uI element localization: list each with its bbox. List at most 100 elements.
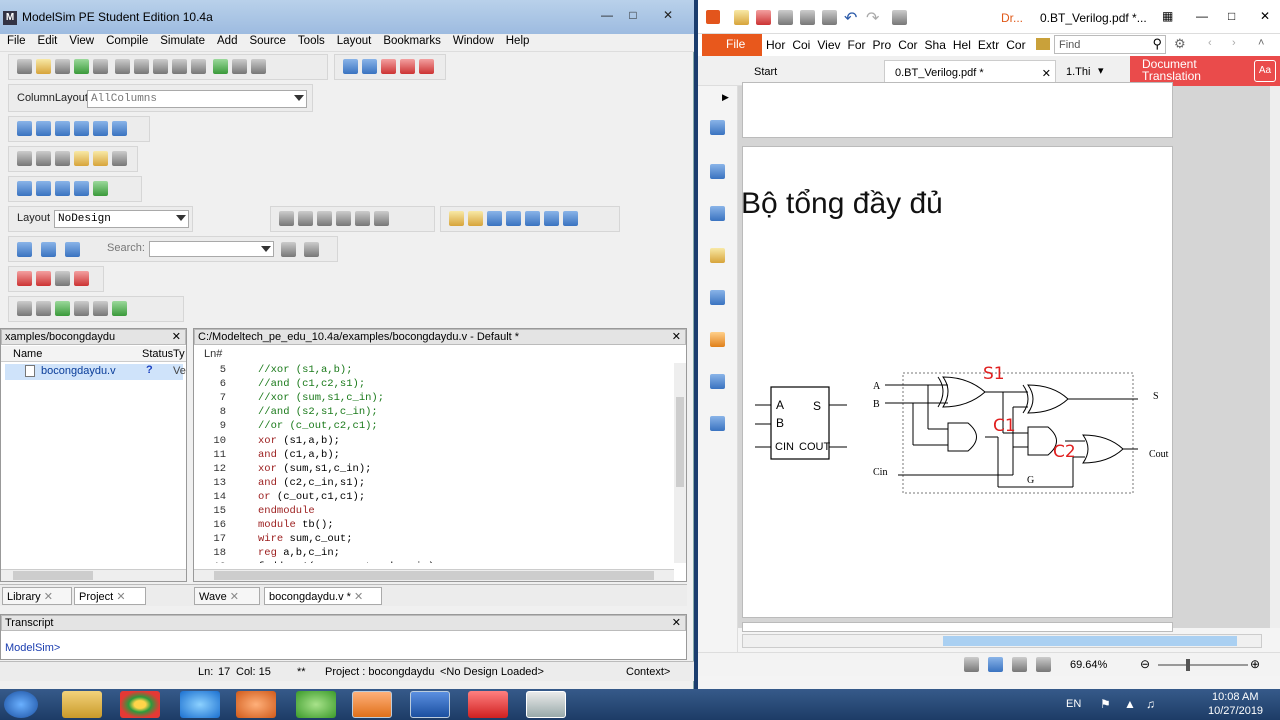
- search-icon[interactable]: ⚲: [1152, 36, 1162, 52]
- edge-prev-icon[interactable]: [487, 211, 502, 226]
- ruler-icon[interactable]: [336, 211, 351, 226]
- maximize-button[interactable]: □: [1228, 9, 1235, 23]
- menu-compile[interactable]: Compile: [99, 34, 153, 47]
- layers-icon[interactable]: [710, 206, 725, 221]
- code-line[interactable]: 11 and (c1,a,b);: [194, 448, 340, 462]
- clock-date[interactable]: 10/27/2019: [1208, 705, 1263, 717]
- bookmark-go-icon[interactable]: [93, 181, 108, 196]
- print-icon[interactable]: [93, 59, 108, 74]
- ribbon-tab[interactable]: Extr: [978, 38, 999, 52]
- menu-add[interactable]: Add: [210, 34, 242, 47]
- layout-select[interactable]: NoDesign: [54, 210, 189, 228]
- word-icon[interactable]: [410, 691, 450, 718]
- modelsim-titlebar[interactable]: M ModelSim PE Student Edition 10.4a — □ …: [0, 0, 694, 34]
- gear-icon[interactable]: ⚙: [1174, 36, 1186, 52]
- pdf-titlebar[interactable]: ↶ ↷ Dr... 0.BT_Verilog.pdf *... ▦ — □ ✕: [698, 0, 1280, 34]
- menu-source[interactable]: Source: [242, 34, 290, 47]
- step-over-icon[interactable]: [36, 121, 51, 136]
- code-line[interactable]: 14 or (c_out,c1,c1);: [194, 490, 365, 504]
- close-button[interactable]: ✕: [1260, 9, 1270, 23]
- column-layout-select[interactable]: AllColumns: [87, 90, 307, 108]
- tab-source-file[interactable]: bocongdaydu.v * ✕: [264, 587, 382, 605]
- run-icon[interactable]: [112, 121, 127, 136]
- clock-time[interactable]: 10:08 AM: [1212, 691, 1258, 703]
- tab-list-icon[interactable]: ▾: [1098, 64, 1104, 77]
- stop-icon[interactable]: [419, 59, 434, 74]
- ribbon-tab[interactable]: Cor: [1006, 38, 1025, 52]
- ribbon-tab[interactable]: Cor: [898, 38, 917, 52]
- lock-cursor-icon[interactable]: [563, 211, 578, 226]
- save-icon[interactable]: [55, 59, 70, 74]
- print-icon[interactable]: [778, 10, 793, 25]
- pane-close-icon[interactable]: ✕: [172, 330, 181, 343]
- zoom-cursor-icon[interactable]: [74, 151, 89, 166]
- open-folder-icon[interactable]: [36, 59, 51, 74]
- undo-icon[interactable]: ↶: [844, 8, 857, 28]
- edge-next-icon[interactable]: [506, 211, 521, 226]
- explorer-icon[interactable]: [62, 691, 102, 718]
- code-line[interactable]: 15 endmodule: [194, 504, 314, 518]
- tab-project[interactable]: Project ✕: [74, 587, 146, 605]
- goto-icon[interactable]: [65, 242, 80, 257]
- code-line[interactable]: 10 xor (s1,a,b);: [194, 434, 340, 448]
- save-icon[interactable]: [756, 10, 771, 25]
- restart-icon[interactable]: [93, 121, 108, 136]
- redo-icon[interactable]: ↷: [866, 8, 879, 28]
- search-input[interactable]: [149, 241, 274, 257]
- ribbon-tab[interactable]: Coi: [792, 38, 810, 52]
- pdf-vscrollbar[interactable]: [1270, 86, 1280, 628]
- continue-icon[interactable]: [74, 121, 89, 136]
- clear-icon[interactable]: [17, 271, 32, 286]
- maximize-button[interactable]: □: [622, 8, 644, 22]
- security-lock-icon[interactable]: [710, 332, 725, 347]
- volume-icon[interactable]: ♫: [1146, 697, 1155, 711]
- user-icon[interactable]: [710, 416, 725, 431]
- find-input[interactable]: Find ⚲: [1054, 35, 1166, 54]
- compile-all-icon[interactable]: [362, 59, 377, 74]
- format-3-icon[interactable]: [55, 301, 70, 316]
- media-player-icon[interactable]: [236, 691, 276, 718]
- cut-icon[interactable]: [115, 59, 131, 74]
- document-canvas[interactable]: Bộ tổng đầy đủ A B S CIN COUT A B Cin S …: [738, 82, 1270, 632]
- menu-layout[interactable]: Layout: [330, 34, 377, 47]
- foxit-pdf-icon[interactable]: [352, 691, 392, 718]
- rising-edge-icon[interactable]: [544, 211, 559, 226]
- pages-icon[interactable]: [710, 164, 725, 179]
- refresh-icon[interactable]: [74, 59, 89, 74]
- bookmark-next-icon[interactable]: [55, 181, 70, 196]
- debug-icon[interactable]: [74, 271, 89, 286]
- camtasia-icon[interactable]: [468, 691, 508, 718]
- hscroll-thumb[interactable]: [943, 636, 1237, 646]
- collapse-ribbon-icon[interactable]: ˄: [1258, 37, 1264, 49]
- code-line[interactable]: 17 wire sum,c_out;: [194, 532, 352, 546]
- compile-icon[interactable]: [343, 59, 358, 74]
- signature-icon[interactable]: [710, 374, 725, 389]
- bookmark-add-icon[interactable]: [17, 181, 32, 196]
- language-indicator[interactable]: EN: [1066, 698, 1081, 710]
- bookmark-prev-icon[interactable]: [36, 181, 51, 196]
- next-icon[interactable]: ›: [1232, 37, 1236, 49]
- expand-panel-icon[interactable]: ▶: [722, 92, 729, 103]
- library-scrollbar[interactable]: [1, 569, 186, 581]
- column-status[interactable]: Status: [142, 348, 173, 360]
- hand-tool-icon[interactable]: [892, 10, 907, 25]
- column-type[interactable]: Ty: [173, 348, 185, 360]
- menu-edit[interactable]: Edit: [31, 34, 63, 47]
- editor-vscrollbar[interactable]: [674, 363, 686, 563]
- project-file-row[interactable]: bocongdaydu.v ? Ve: [5, 364, 186, 380]
- code-line[interactable]: 8 //and (s2,s1,c_in);: [194, 405, 378, 419]
- break-icon[interactable]: [400, 59, 415, 74]
- code-line[interactable]: 18 reg a,b,c_in;: [194, 546, 340, 560]
- quick-tab[interactable]: Dr...: [1001, 11, 1023, 25]
- paste-icon[interactable]: [153, 59, 169, 74]
- zoom-last-icon[interactable]: [93, 151, 108, 166]
- comments-icon[interactable]: [710, 248, 725, 263]
- cursor-add-icon[interactable]: [449, 211, 464, 226]
- pan-mode-icon[interactable]: [317, 211, 332, 226]
- ribbon-tab[interactable]: Hel: [953, 38, 971, 52]
- menu-simulate[interactable]: Simulate: [153, 34, 210, 47]
- code-area[interactable]: 5 //xor (s1,a,b); 6 //and (c1,c2,s1); 7 //xor…: [194, 363, 674, 563]
- cursor-mode-icon[interactable]: [374, 211, 389, 226]
- undo-icon[interactable]: [172, 59, 188, 74]
- menu-window[interactable]: Window: [446, 34, 499, 47]
